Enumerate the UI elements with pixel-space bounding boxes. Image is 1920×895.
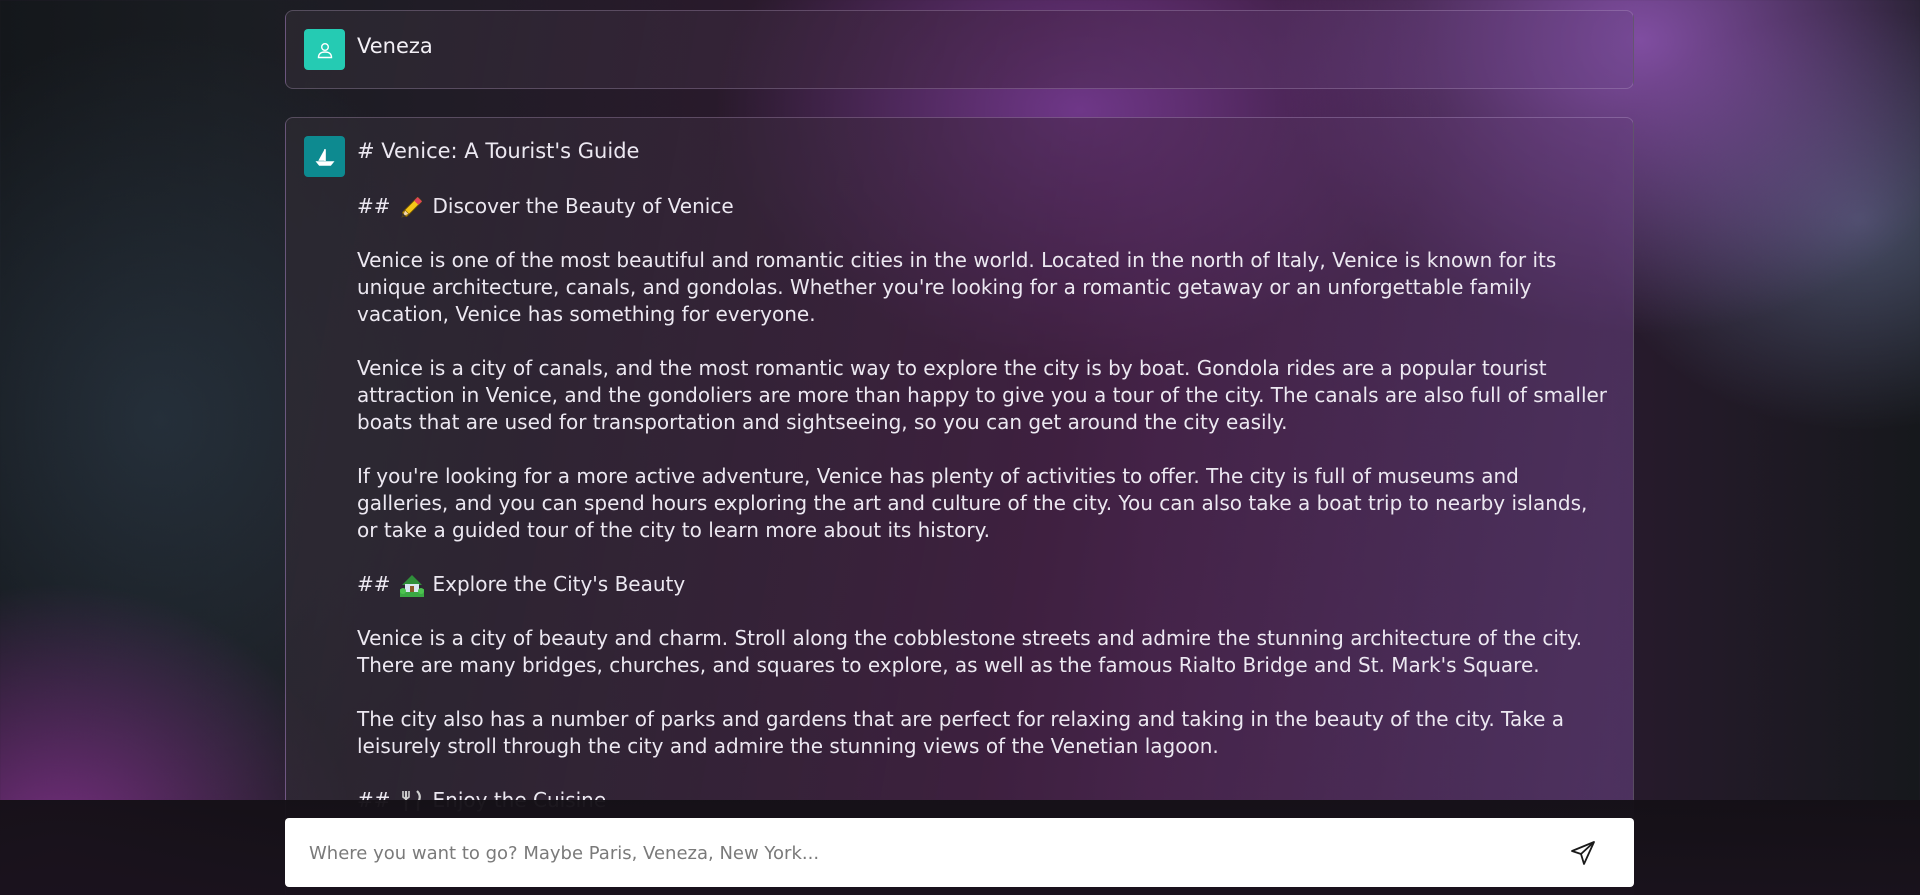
guide-title: # Venice: A Tourist's Guide: [357, 139, 640, 163]
house-with-garden-icon: [399, 574, 424, 597]
send-icon: [1571, 841, 1595, 865]
paragraph: Venice is a city of canals, and the most…: [357, 356, 1608, 434]
user-message-card: Veneza: [285, 10, 1634, 89]
paragraph: Venice is a city of beauty and charm. St…: [357, 626, 1583, 677]
user-icon: [317, 42, 332, 58]
assistant-avatar: [304, 136, 345, 177]
destination-search-input[interactable]: [307, 818, 1551, 889]
section-heading-text: Explore the City's Beauty: [432, 572, 686, 596]
section-heading: ## Explore the City's Beauty: [357, 571, 1611, 598]
send-button[interactable]: [1569, 839, 1597, 867]
section-heading-text: Discover the Beauty of Venice: [432, 194, 734, 218]
paragraph: Venice is one of the most beautiful and …: [357, 248, 1557, 326]
paragraph: If you're looking for a more active adve…: [357, 464, 1588, 542]
paragraph: The city also has a number of parks and …: [357, 707, 1564, 758]
sailboat-icon: [315, 148, 334, 166]
assistant-message-card: # Venice: A Tourist's Guide ## Discover …: [285, 117, 1634, 895]
user-message-text: Veneza: [357, 34, 433, 58]
user-avatar: [304, 29, 345, 70]
assistant-message-content: # Venice: A Tourist's Guide ## Discover …: [357, 138, 1611, 841]
pencil-icon: [400, 196, 422, 218]
heading-prefix: ##: [357, 572, 391, 596]
chat-page: Veneza # Venice: A Tourist's Guide ## Di…: [0, 0, 1920, 895]
heading-prefix: ##: [357, 194, 391, 218]
destination-search-bar: [285, 818, 1634, 889]
section-heading: ## Discover the Beauty of Venice: [357, 193, 1611, 220]
